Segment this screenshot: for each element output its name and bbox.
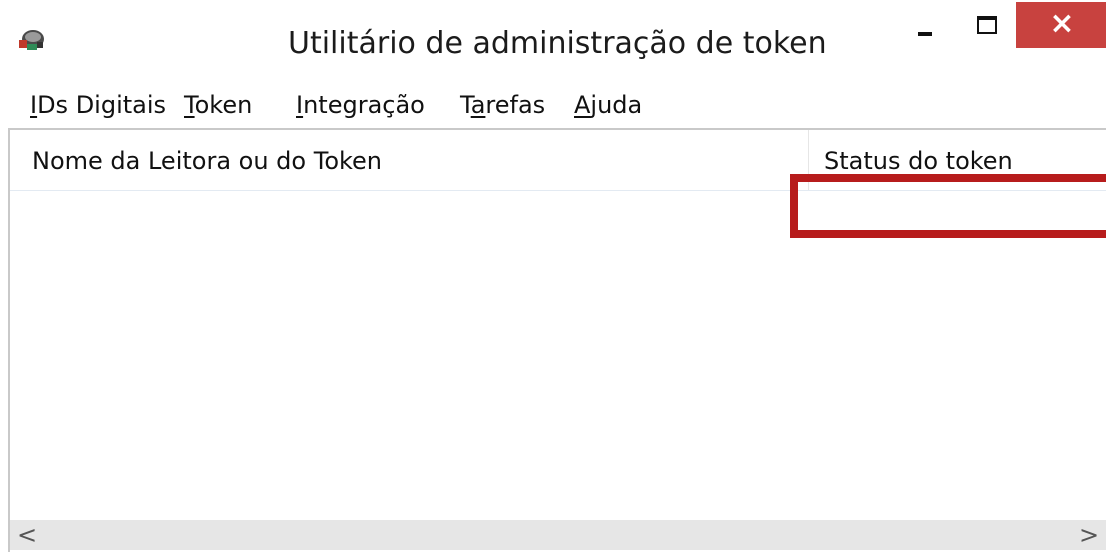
menu-label-part: refas — [485, 91, 546, 119]
menu-item-integracao[interactable]: Integração — [296, 88, 425, 122]
menu-label-part: T — [460, 91, 471, 119]
minimize-button[interactable] — [902, 2, 952, 46]
menu-label-part: oken — [194, 91, 253, 119]
menu-label-part: Ds Digitais — [37, 91, 167, 119]
close-button[interactable]: × — [1016, 2, 1106, 48]
menu-item-ids-digitais[interactable]: IDs Digitais — [30, 88, 166, 122]
token-reader-icon — [19, 30, 44, 50]
menu-item-token[interactable]: Token — [184, 88, 252, 122]
highlight-box — [790, 174, 1106, 238]
menu-item-tarefas[interactable]: Tarefas — [460, 88, 545, 122]
menu-label-part: juda — [590, 91, 643, 119]
menu-bar: IDs Digitais Token Integração Tarefas Aj… — [0, 84, 1106, 128]
scroll-right-button[interactable]: > — [1072, 520, 1106, 550]
menu-accelerator-key: A — [574, 91, 591, 119]
horizontal-scrollbar[interactable]: < > — [10, 520, 1106, 550]
menu-accelerator-key: a — [470, 91, 486, 119]
scroll-left-button[interactable]: < — [10, 520, 44, 550]
column-header-status[interactable]: Status do token — [824, 146, 1013, 176]
column-header-name[interactable]: Nome da Leitora ou do Token — [32, 146, 382, 176]
menu-accelerator-key: T — [184, 91, 195, 119]
menu-item-ajuda[interactable]: Ajuda — [574, 88, 642, 122]
title-bar: Utilitário de administração de token × — [0, 0, 1106, 84]
menu-label-part: ntegração — [303, 91, 425, 119]
maximize-button[interactable] — [962, 2, 1012, 46]
window-title: Utilitário de administração de token — [288, 26, 827, 61]
